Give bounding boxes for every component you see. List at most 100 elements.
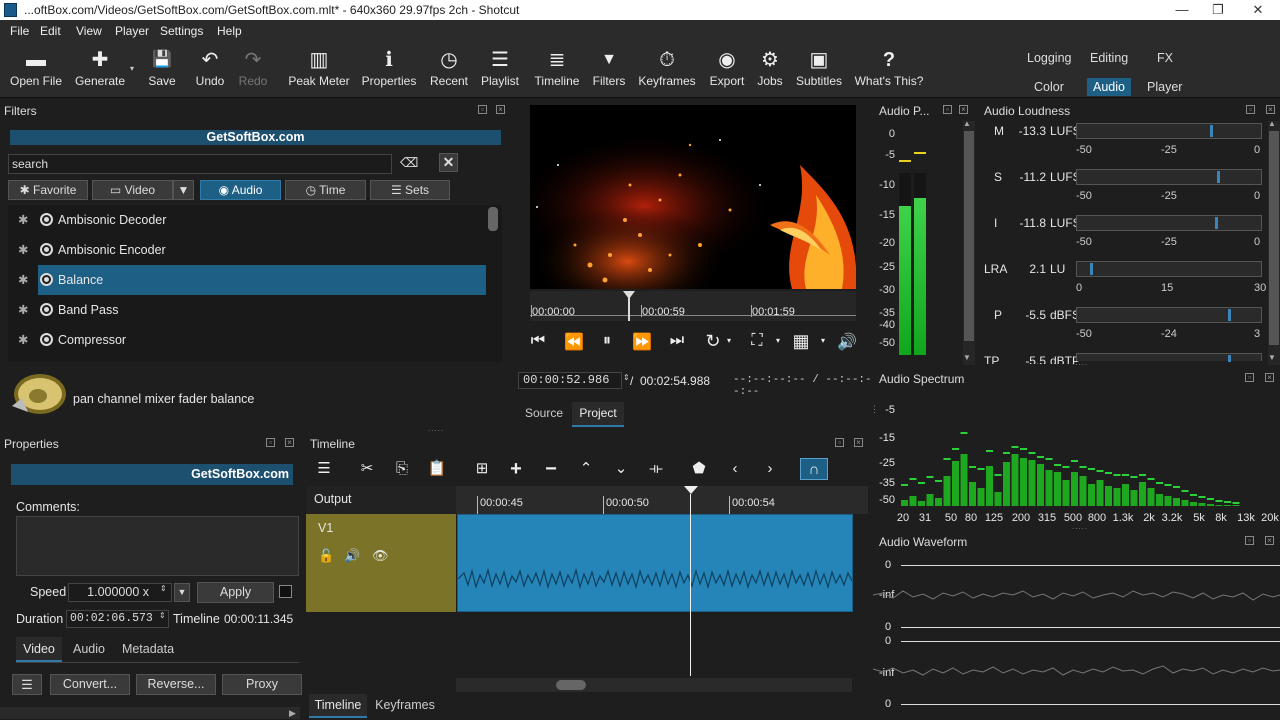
- speed-dropdown-icon[interactable]: ▼: [174, 583, 190, 602]
- pause-icon[interactable]: ⏸: [598, 332, 616, 350]
- timeline-button[interactable]: ≣ Timeline: [532, 46, 582, 94]
- lift-icon[interactable]: ⌃: [573, 458, 599, 480]
- float-icon[interactable]: ▫: [943, 105, 952, 114]
- keyframes-button[interactable]: ⏱ Keyframes: [638, 46, 696, 94]
- category-favorite[interactable]: ✱ Favorite: [8, 180, 88, 200]
- menu-help[interactable]: Help: [217, 20, 242, 42]
- grid-dropdown-icon[interactable]: ▾: [819, 336, 827, 345]
- video-clip[interactable]: [457, 514, 853, 612]
- previous-marker-icon[interactable]: ‹: [722, 458, 748, 480]
- reverse-button[interactable]: Reverse...: [136, 674, 216, 695]
- rewind-icon[interactable]: ⏪: [564, 332, 584, 352]
- eye-icon[interactable]: 👁: [372, 548, 389, 564]
- recent-button[interactable]: ◷ Recent: [428, 46, 470, 94]
- float-icon[interactable]: ▫: [478, 105, 487, 114]
- copy-icon[interactable]: ⎘: [389, 458, 415, 480]
- favorite-star-icon[interactable]: ✱: [18, 205, 28, 235]
- minimize-button[interactable]: —: [1164, 0, 1200, 20]
- filters-button[interactable]: ▼ Filters: [590, 46, 628, 94]
- float-icon[interactable]: ▫: [1245, 536, 1254, 545]
- scrollbar-thumb[interactable]: [964, 131, 974, 341]
- next-marker-icon[interactable]: ›: [757, 458, 783, 480]
- close-icon[interactable]: ×: [285, 438, 294, 447]
- tab-source[interactable]: Source: [518, 402, 570, 424]
- generate-button[interactable]: ✚ Generate: [72, 46, 128, 94]
- filter-item-ambisonic-decoder[interactable]: ✱ Ambisonic Decoder: [10, 205, 486, 235]
- layout-color[interactable]: Color: [1034, 80, 1064, 94]
- tab-timeline[interactable]: Timeline: [309, 694, 367, 718]
- marker-icon[interactable]: ⬟: [686, 458, 712, 480]
- category-time[interactable]: ◷ Time: [285, 180, 366, 200]
- skip-to-end-icon[interactable]: ⏭: [668, 332, 686, 350]
- filter-item-balance[interactable]: ✱ Balance: [10, 265, 486, 295]
- subtitles-button[interactable]: ▣ Subtitles: [794, 46, 844, 94]
- apply-button[interactable]: Apply: [197, 582, 274, 603]
- timeline-ruler[interactable]: 00:00:45 00:00:50 00:00:54: [456, 486, 868, 514]
- close-icon[interactable]: ×: [959, 105, 968, 114]
- loop-dropdown-icon[interactable]: ▾: [725, 336, 733, 345]
- scroll-right-icon[interactable]: ▶: [289, 708, 296, 719]
- export-button[interactable]: ◉ Export: [706, 46, 748, 94]
- category-audio[interactable]: ◉ Audio: [200, 180, 281, 200]
- filter-item-ambisonic-encoder[interactable]: ✱ Ambisonic Encoder: [10, 235, 486, 265]
- menu-view[interactable]: View: [76, 20, 102, 42]
- comments-field[interactable]: [16, 516, 299, 576]
- loop-icon[interactable]: ↻: [704, 331, 722, 352]
- overwrite-icon[interactable]: ⌄: [608, 458, 634, 480]
- close-icon[interactable]: ×: [1265, 373, 1274, 382]
- layout-audio[interactable]: Audio: [1087, 78, 1131, 96]
- generate-dropdown-arrow-icon[interactable]: ▾: [130, 64, 134, 73]
- open-file-button[interactable]: ▬ Open File: [8, 46, 64, 94]
- snap-magnet-icon[interactable]: ∩: [800, 458, 828, 480]
- zoom-icon[interactable]: ⛶: [748, 332, 766, 350]
- position-spin-icon[interactable]: ⇕: [623, 373, 630, 382]
- skip-to-start-icon[interactable]: ⏮: [530, 332, 546, 350]
- proxy-button[interactable]: Proxy: [222, 674, 302, 695]
- duration-input[interactable]: 00:02:06.573: [66, 610, 169, 628]
- peak-meter-button[interactable]: ▥ Peak Meter: [284, 46, 354, 94]
- filter-item-band-pass[interactable]: ✱ Band Pass: [10, 295, 486, 325]
- properties-button[interactable]: ℹ Properties: [360, 46, 418, 94]
- tab-video[interactable]: Video: [16, 637, 62, 662]
- close-icon[interactable]: ×: [854, 438, 863, 447]
- layout-editing[interactable]: Editing: [1090, 51, 1128, 65]
- clear-search-icon[interactable]: ⌫: [400, 155, 418, 173]
- undo-button[interactable]: ↶ Undo: [192, 46, 228, 94]
- menu-edit[interactable]: Edit: [40, 20, 61, 42]
- close-window-button[interactable]: ✕: [1240, 0, 1276, 20]
- video-menu-dropdown[interactable]: ▼: [173, 180, 194, 200]
- category-sets[interactable]: ☰ Sets: [370, 180, 450, 200]
- scroll-down-icon[interactable]: ▼: [963, 353, 971, 362]
- peak-vscrollbar[interactable]: ▲ ▼: [963, 119, 975, 365]
- tab-project[interactable]: Project: [572, 402, 624, 427]
- grid-icon[interactable]: ▦: [790, 331, 812, 352]
- timeline-hscrollbar[interactable]: [456, 678, 852, 692]
- menu-file[interactable]: File: [10, 20, 29, 42]
- append-icon[interactable]: ⊞: [469, 458, 495, 480]
- scrollbar-thumb[interactable]: [1269, 131, 1279, 345]
- menu-settings[interactable]: Settings: [160, 20, 203, 42]
- save-button[interactable]: 💾 Save: [144, 46, 180, 94]
- fast-forward-icon[interactable]: ⏩: [632, 332, 652, 352]
- maximize-button[interactable]: ❐: [1200, 0, 1236, 20]
- position-timecode-input[interactable]: 00:00:52.986: [518, 372, 622, 389]
- close-icon[interactable]: ×: [496, 105, 505, 114]
- remove-icon[interactable]: −: [538, 458, 564, 480]
- float-icon[interactable]: ▫: [1246, 105, 1255, 114]
- playlist-button[interactable]: ☰ Playlist: [478, 46, 522, 94]
- zoom-dropdown-icon[interactable]: ▾: [774, 336, 782, 345]
- speed-checkbox[interactable]: [279, 585, 292, 598]
- splitter-handle[interactable]: ⋮: [870, 404, 879, 415]
- volume-icon[interactable]: 🔊: [836, 332, 858, 352]
- filter-search-input[interactable]: [8, 154, 392, 174]
- video-preview[interactable]: [530, 105, 856, 289]
- menu-player[interactable]: Player: [115, 20, 149, 42]
- tab-metadata[interactable]: Metadata: [116, 637, 180, 662]
- float-icon[interactable]: ▫: [1245, 373, 1254, 382]
- add-icon[interactable]: +: [503, 458, 529, 480]
- splitter-handle[interactable]: .....: [428, 424, 444, 433]
- menu-icon[interactable]: ☰: [12, 674, 42, 695]
- mute-icon[interactable]: 🔊: [344, 548, 360, 564]
- splitter-handle[interactable]: .....: [1072, 522, 1088, 531]
- jobs-button[interactable]: ⚙ Jobs: [754, 46, 786, 94]
